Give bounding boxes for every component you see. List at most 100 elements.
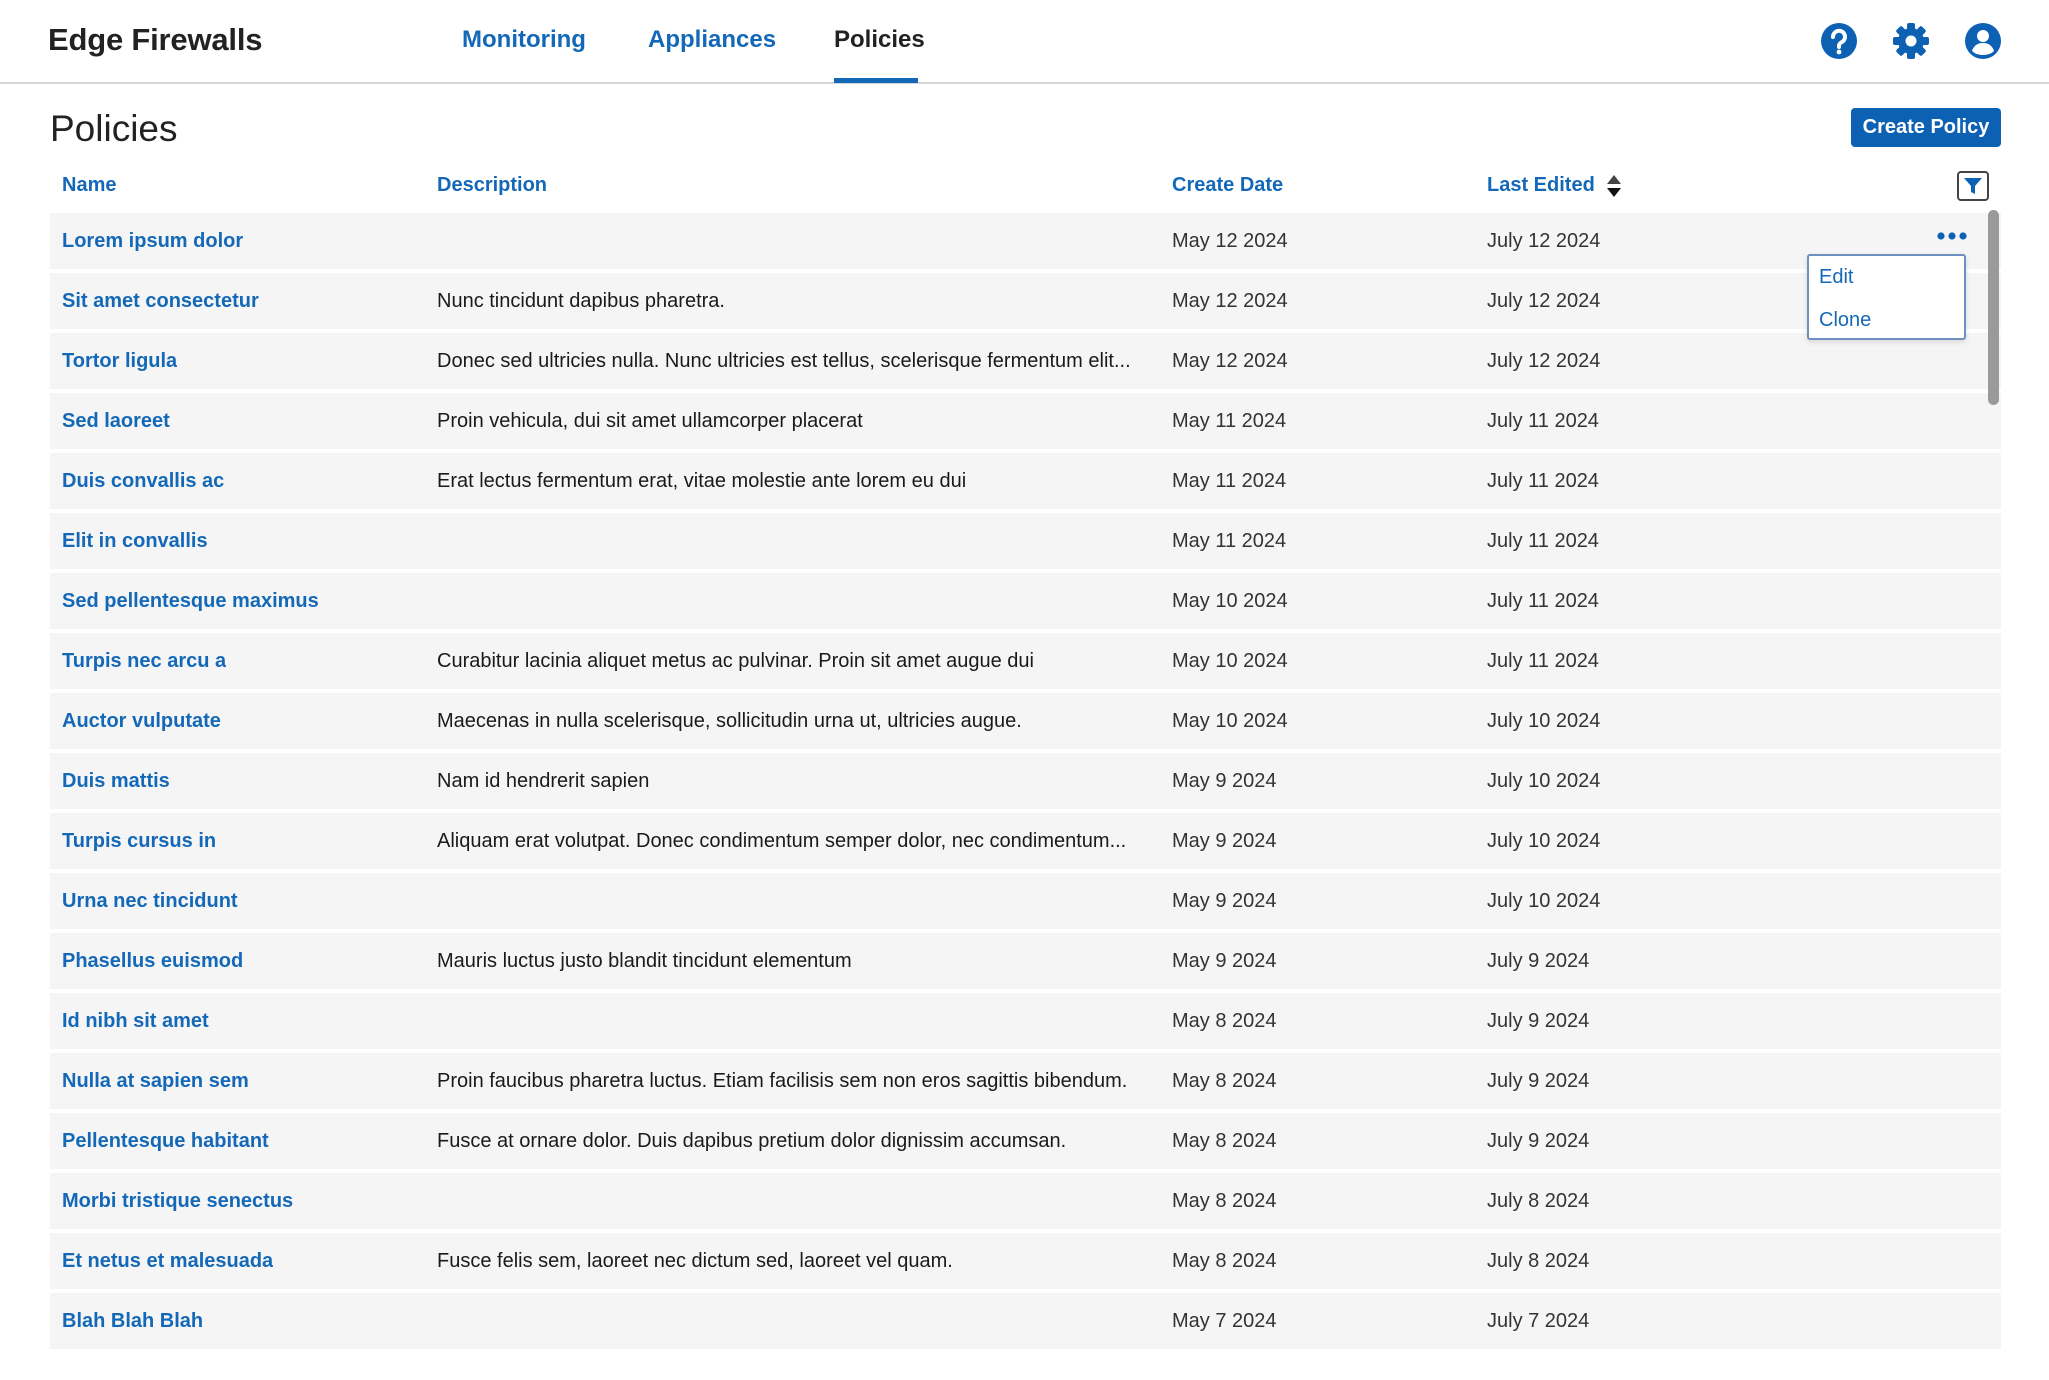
user-icon[interactable]: [1964, 22, 2002, 60]
policy-last-edited: July 12 2024: [1487, 350, 1601, 372]
policy-create-date: May 11 2024: [1172, 470, 1287, 492]
column-header-create-date[interactable]: Create Date: [1172, 174, 1283, 197]
policy-create-date: May 11 2024: [1172, 530, 1287, 552]
table-row[interactable]: Sit amet consectetur Nunc tincidunt dapib…: [50, 273, 2001, 329]
table-row[interactable]: Turpis nec arcu a Curabitur lacinia aliqu…: [50, 633, 2001, 689]
policy-create-date: May 7 2024: [1172, 1310, 1277, 1332]
policy-last-edited: July 11 2024: [1487, 590, 1599, 612]
table-row[interactable]: Phasellus euismod Mauris luctus justo bla…: [50, 933, 2001, 989]
policy-last-edited: July 12 2024: [1487, 230, 1601, 252]
help-icon[interactable]: [1820, 22, 1858, 60]
table-row[interactable]: Turpis cursus in Aliquam erat volutpat. D…: [50, 813, 2001, 869]
table-row[interactable]: Urna nec tincidunt May 9 2024 July 10 2024: [50, 873, 2001, 929]
create-policy-button[interactable]: Create Policy: [1851, 108, 2001, 147]
column-header-name[interactable]: Name: [62, 174, 116, 197]
policy-description: Nam id hendrerit sapien: [437, 770, 650, 792]
policy-create-date: May 12 2024: [1172, 350, 1288, 372]
policy-create-date: May 10 2024: [1172, 650, 1288, 672]
table-row[interactable]: Duis convallis ac Erat lectus fermentum e…: [50, 453, 2001, 509]
column-header-last-edited[interactable]: Last Edited: [1487, 174, 1595, 197]
policy-name-link[interactable]: Auctor vulputate: [62, 710, 221, 733]
policy-create-date: May 9 2024: [1172, 890, 1277, 912]
policy-last-edited: July 9 2024: [1487, 1010, 1590, 1032]
policy-last-edited: July 9 2024: [1487, 950, 1590, 972]
policy-name-link[interactable]: Sit amet consectetur: [62, 290, 259, 313]
policy-name-link[interactable]: Duis mattis: [62, 770, 170, 793]
policy-name-link[interactable]: Turpis cursus in: [62, 830, 216, 853]
policy-last-edited: July 11 2024: [1487, 410, 1599, 432]
policy-name-link[interactable]: Pellentesque habitant: [62, 1130, 269, 1153]
table-row[interactable]: Blah Blah Blah May 7 2024 July 7 2024: [50, 1293, 2001, 1349]
policy-description: Aliquam erat volutpat. Donec condimentum…: [437, 830, 1127, 852]
app-title: Edge Firewalls: [48, 22, 263, 57]
policy-name-link[interactable]: Id nibh sit amet: [62, 1010, 209, 1033]
table-row[interactable]: Et netus et malesuada Fusce felis sem, la…: [50, 1233, 2001, 1289]
policy-name-link[interactable]: Elit in convallis: [62, 530, 208, 553]
policy-create-date: May 10 2024: [1172, 710, 1288, 732]
table-row[interactable]: Elit in convallis May 11 2024 July 11 2024: [50, 513, 2001, 569]
gear-icon[interactable]: [1892, 22, 1930, 60]
menu-item-edit[interactable]: Edit: [1819, 266, 1853, 289]
policy-last-edited: July 12 2024: [1487, 290, 1601, 312]
policy-last-edited: July 10 2024: [1487, 890, 1601, 912]
policy-last-edited: July 11 2024: [1487, 470, 1599, 492]
table-row[interactable]: Auctor vulputate Maecenas in nulla sceler…: [50, 693, 2001, 749]
active-tab-indicator: [834, 78, 918, 83]
policy-description: Curabitur lacinia aliquet metus ac pulvi…: [437, 650, 1034, 672]
tab-appliances[interactable]: Appliances: [648, 26, 776, 54]
policy-create-date: May 8 2024: [1172, 1130, 1277, 1152]
policy-create-date: May 8 2024: [1172, 1190, 1277, 1212]
filter-button[interactable]: [1957, 171, 1989, 201]
more-options-icon[interactable]: [1936, 229, 1968, 243]
sort-icon[interactable]: [1606, 174, 1622, 198]
policy-last-edited: July 10 2024: [1487, 770, 1601, 792]
policy-last-edited: July 11 2024: [1487, 530, 1599, 552]
policy-create-date: May 12 2024: [1172, 290, 1288, 312]
scrollbar-thumb[interactable]: [1988, 210, 1999, 405]
policy-last-edited: July 9 2024: [1487, 1130, 1590, 1152]
tab-monitoring[interactable]: Monitoring: [462, 26, 586, 54]
policy-name-link[interactable]: Nulla at sapien sem: [62, 1070, 249, 1093]
policy-name-link[interactable]: Sed laoreet: [62, 410, 170, 433]
menu-item-clone[interactable]: Clone: [1819, 309, 1871, 332]
policy-name-link[interactable]: Tortor ligula: [62, 350, 177, 373]
policy-description: Proin vehicula, dui sit amet ullamcorper…: [437, 410, 863, 432]
policy-description: Proin faucibus pharetra luctus. Etiam fa…: [437, 1070, 1128, 1092]
policy-description: Nunc tincidunt dapibus pharetra.: [437, 290, 725, 312]
policy-name-link[interactable]: Sed pellentesque maximus: [62, 590, 319, 613]
table-row[interactable]: Sed pellentesque maximus May 10 2024 July …: [50, 573, 2001, 629]
row-actions-menu: Edit Clone: [1807, 254, 1966, 340]
table-row[interactable]: Pellentesque habitant Fusce at ornare dol…: [50, 1113, 2001, 1169]
table-row[interactable]: Morbi tristique senectus May 8 2024 July 8…: [50, 1173, 2001, 1229]
policy-description: Maecenas in nulla scelerisque, sollicitu…: [437, 710, 1022, 732]
policy-name-link[interactable]: Lorem ipsum dolor: [62, 230, 243, 253]
table-row[interactable]: Sed laoreet Proin vehicula, dui sit amet …: [50, 393, 2001, 449]
tab-policies[interactable]: Policies: [834, 26, 925, 54]
policy-create-date: May 9 2024: [1172, 770, 1277, 792]
policy-name-link[interactable]: Urna nec tincidunt: [62, 890, 238, 913]
policy-create-date: May 9 2024: [1172, 830, 1277, 852]
policy-name-link[interactable]: Turpis nec arcu a: [62, 650, 226, 673]
policy-create-date: May 8 2024: [1172, 1250, 1277, 1272]
policy-name-link[interactable]: Et netus et malesuada: [62, 1250, 273, 1273]
policy-name-link[interactable]: Blah Blah Blah: [62, 1310, 203, 1333]
page-title: Policies: [50, 108, 178, 149]
policy-name-link[interactable]: Morbi tristique senectus: [62, 1190, 293, 1213]
policy-create-date: May 8 2024: [1172, 1070, 1277, 1092]
table-row[interactable]: Tortor ligula Donec sed ultricies nulla. …: [50, 333, 2001, 389]
policy-last-edited: July 8 2024: [1487, 1250, 1590, 1272]
policy-name-link[interactable]: Phasellus euismod: [62, 950, 243, 973]
policy-last-edited: July 10 2024: [1487, 830, 1601, 852]
policies-table: Lorem ipsum dolor May 12 2024 July 12 2024…: [50, 213, 2001, 1353]
filter-icon: [1964, 178, 1982, 194]
top-bar: Edge Firewalls Monitoring Appliances Pol…: [0, 0, 2049, 84]
table-row[interactable]: Lorem ipsum dolor May 12 2024 July 12 2024: [50, 213, 2001, 269]
policy-last-edited: July 10 2024: [1487, 710, 1601, 732]
table-row[interactable]: Duis mattis Nam id hendrerit sapien May 9 …: [50, 753, 2001, 809]
policy-name-link[interactable]: Duis convallis ac: [62, 470, 224, 493]
column-header-description[interactable]: Description: [437, 174, 547, 197]
table-row[interactable]: Id nibh sit amet May 8 2024 July 9 2024: [50, 993, 2001, 1049]
policy-description: Erat lectus fermentum erat, vitae molest…: [437, 470, 967, 492]
policy-create-date: May 8 2024: [1172, 1010, 1277, 1032]
table-row[interactable]: Nulla at sapien sem Proin faucibus pharet…: [50, 1053, 2001, 1109]
